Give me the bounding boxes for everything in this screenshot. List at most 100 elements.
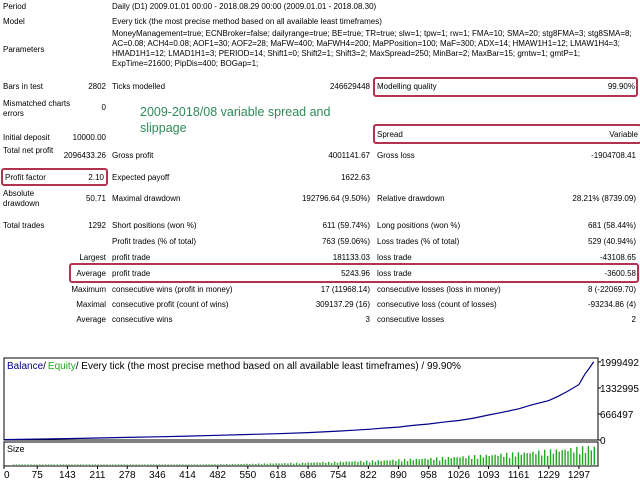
size-bar — [366, 460, 368, 465]
size-bar — [164, 464, 166, 465]
size-bar — [494, 454, 496, 465]
size-bar — [132, 464, 134, 465]
size-bar — [74, 464, 76, 465]
total-trades-label: Total trades — [3, 221, 45, 230]
size-bar — [567, 451, 569, 465]
size-bar — [138, 464, 140, 465]
balance-chart-area: Balance / Equity / Every tick (the most … — [0, 352, 640, 480]
size-label: Size — [7, 444, 25, 454]
size-bar — [33, 464, 35, 465]
size-bar — [360, 460, 362, 465]
x-tick-label: 346 — [149, 470, 166, 480]
size-bar — [47, 464, 50, 465]
size-bar — [217, 464, 219, 465]
size-bar — [465, 458, 467, 465]
size-bar — [24, 464, 26, 465]
size-bar — [570, 448, 572, 465]
size-bar — [301, 462, 304, 465]
size-bar — [161, 464, 164, 465]
size-bar — [190, 464, 193, 465]
total-net-profit-value: 2096433.26 — [63, 151, 106, 160]
size-bar — [263, 463, 266, 465]
size-bar — [27, 464, 29, 465]
x-tick-label: 1161 — [508, 470, 530, 480]
gross-profit-value: 4001141.67 — [328, 151, 370, 160]
size-bar — [120, 464, 123, 465]
size-bar — [535, 454, 537, 465]
gross-loss-label: Gross loss — [377, 151, 415, 160]
short-positions-value: 611 (59.74%) — [322, 221, 370, 230]
relative-drawdown-value: 28.21% (8739.09) — [572, 194, 636, 203]
size-bar — [514, 456, 517, 465]
size-bar — [176, 464, 178, 465]
size-bar — [228, 464, 231, 465]
size-bar — [249, 464, 251, 465]
size-bar — [412, 460, 414, 465]
bars-value: 2802 — [88, 82, 106, 91]
size-bar — [520, 454, 522, 465]
size-bar — [471, 459, 473, 465]
size-bar — [325, 462, 327, 465]
size-bar — [424, 458, 426, 465]
size-bar — [328, 461, 330, 465]
avg-consec-losses-label: consecutive losses — [377, 315, 445, 324]
size-bar — [316, 462, 318, 465]
size-bar — [126, 464, 129, 465]
size-bar — [377, 460, 379, 465]
size-bar — [147, 464, 149, 465]
size-bar — [538, 450, 540, 465]
size-bar — [453, 457, 455, 465]
size-bar — [287, 463, 289, 465]
short-positions-label: Short positions (won %) — [112, 221, 197, 230]
maximum-label: Maximum — [71, 285, 106, 294]
mismatch-value: 0 — [101, 103, 106, 112]
size-bar — [205, 464, 207, 465]
size-bar — [395, 461, 397, 465]
size-bar — [202, 464, 204, 465]
size-bar — [80, 464, 82, 465]
x-tick-label: 278 — [119, 470, 136, 480]
maximal-consec-loss-label: consecutive loss (count of losses) — [377, 300, 497, 309]
annotation-line-2: slippage — [140, 121, 187, 135]
size-bar — [354, 461, 356, 465]
size-bar — [479, 454, 482, 465]
size-bar — [526, 453, 528, 465]
size-bar — [252, 463, 254, 465]
gross-profit-label: Gross profit — [112, 151, 154, 160]
size-bar — [523, 452, 525, 465]
size-bar — [552, 453, 555, 465]
maximal-drawdown-value: 192796.64 (9.50%) — [301, 194, 370, 203]
size-bar — [243, 463, 245, 465]
size-bar — [532, 451, 534, 465]
size-bar — [307, 462, 309, 465]
model-value: Every tick (the most precise method base… — [112, 17, 382, 26]
x-tick-label: 482 — [209, 470, 226, 480]
size-bar — [555, 449, 557, 465]
size-bar — [544, 449, 546, 465]
size-bar — [564, 449, 566, 465]
size-bar — [485, 454, 487, 465]
size-bar — [427, 459, 429, 465]
size-bar — [18, 464, 21, 465]
gross-loss-value: -1904708.41 — [591, 151, 636, 160]
size-bar — [342, 462, 344, 465]
profit-factor-highlight — [1, 168, 108, 186]
size-bar — [462, 456, 464, 465]
size-bar — [322, 462, 324, 465]
x-tick-label: 143 — [59, 470, 76, 480]
long-positions-label: Long positions (won %) — [377, 221, 461, 230]
x-axis-ticks: 0 75 143 211 278 346 414 482 550 618 686 754 822 890 9… — [3, 466, 590, 480]
legend-balance: Balance — [7, 361, 44, 372]
model-label: Model — [3, 17, 25, 26]
x-tick-label: 75 — [32, 470, 44, 480]
size-bar — [561, 450, 563, 465]
size-bar — [293, 463, 295, 465]
spread-highlight — [373, 124, 640, 144]
size-bar — [401, 461, 403, 465]
size-bar — [135, 464, 137, 465]
size-bar — [546, 455, 549, 465]
size-bar — [103, 464, 105, 465]
expected-payoff-label: Expected payoff — [112, 173, 170, 182]
total-trades-value: 1292 — [88, 221, 106, 230]
size-bar — [211, 464, 213, 465]
